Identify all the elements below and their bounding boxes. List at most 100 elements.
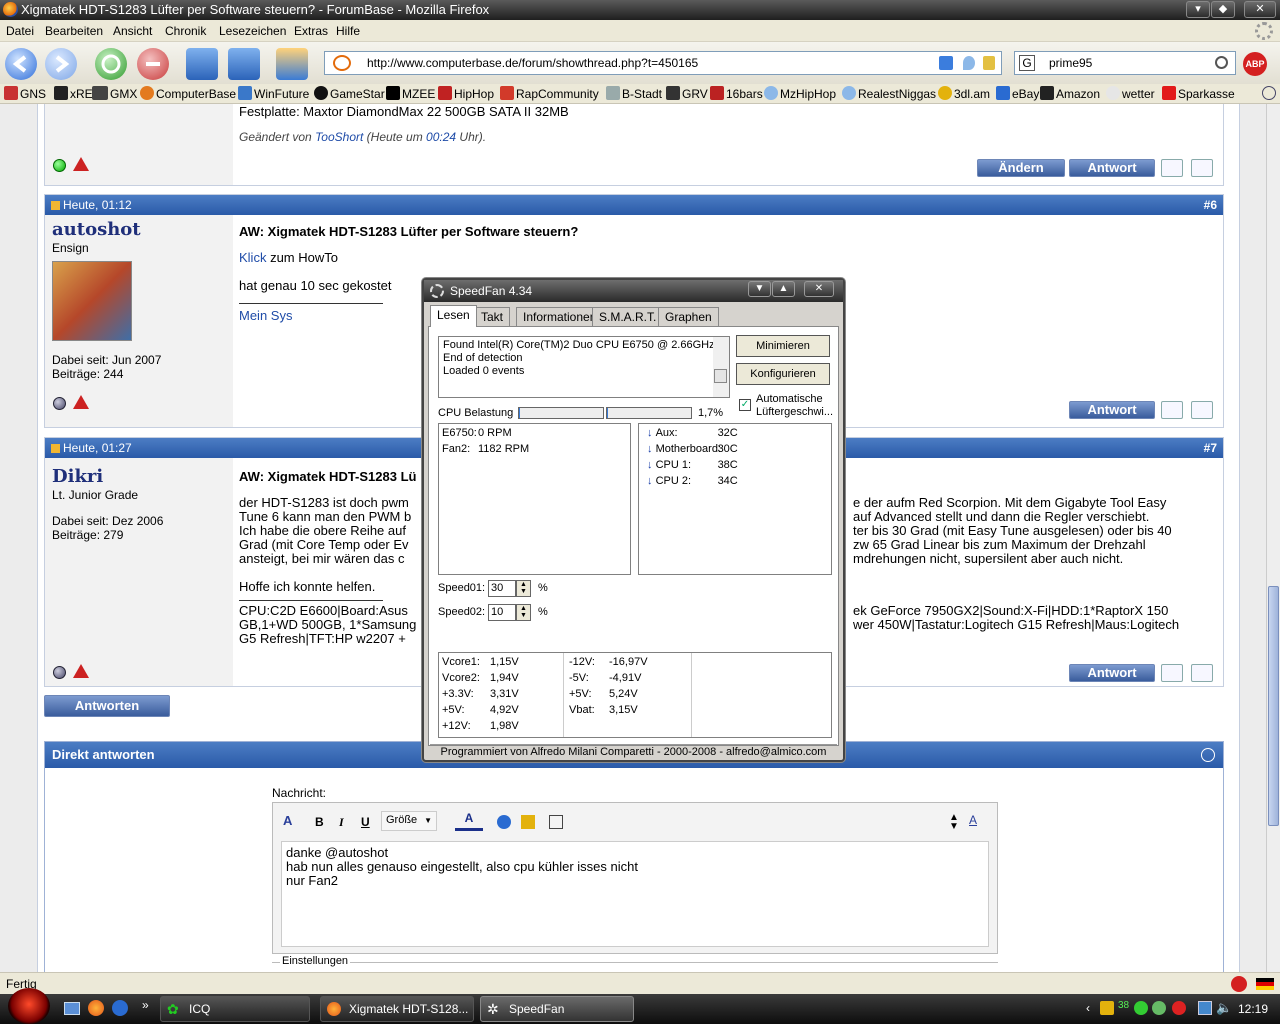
star-icon[interactable]: [983, 56, 995, 70]
bookmark-grv[interactable]: GRV: [666, 86, 708, 101]
speedfan-minimize-button[interactable]: ▼: [748, 281, 771, 297]
quote-icon[interactable]: [1161, 159, 1183, 177]
bookmark-3dl[interactable]: 3dl.am: [938, 86, 990, 101]
tab-takt[interactable]: Takt: [474, 307, 511, 327]
new-window-icon[interactable]: [228, 48, 260, 80]
bookmark-winfuture[interactable]: WinFuture: [238, 86, 309, 101]
network-icon[interactable]: [1198, 1001, 1212, 1015]
antworten-button[interactable]: Antworten: [44, 695, 170, 717]
bookmark-mzee[interactable]: MZEE: [386, 86, 435, 101]
configure-button[interactable]: Konfigurieren: [736, 363, 830, 385]
quote-tag-icon[interactable]: [549, 815, 563, 829]
task-firefox[interactable]: Xigmatek HDT-S128...: [320, 996, 474, 1022]
url-bar[interactable]: http://www.computerbase.de/forum/showthr…: [324, 51, 1002, 75]
log-box[interactable]: Found Intel(R) Core(TM)2 Duo CPU E6750 @…: [438, 336, 730, 398]
bookmark-gmx[interactable]: GMX: [92, 86, 137, 101]
howto-link[interactable]: Klick: [239, 250, 266, 265]
google-icon[interactable]: G: [1019, 55, 1035, 71]
reply-button[interactable]: Antwort: [1069, 159, 1155, 177]
tray-icq-icon[interactable]: [1134, 1001, 1148, 1015]
scrollbar-thumb[interactable]: [1268, 586, 1279, 826]
bookmarks-overflow-icon[interactable]: [1262, 86, 1276, 100]
speedfan-maximize-button[interactable]: ▲: [772, 281, 795, 297]
bookmark-rapcommunity[interactable]: RapCommunity: [500, 86, 599, 101]
report-icon[interactable]: [73, 664, 89, 678]
bookmark-gns[interactable]: GNS: [4, 86, 46, 101]
reply-button[interactable]: Antwort: [1069, 664, 1155, 682]
speed01-input[interactable]: 30: [488, 580, 516, 597]
quote-icon[interactable]: [1161, 401, 1183, 419]
post-7-username[interactable]: Dikri: [52, 466, 103, 487]
collapse-icon[interactable]: [1201, 748, 1215, 762]
firefox-quicklaunch-icon[interactable]: [88, 1000, 104, 1016]
bookmark-realestniggas[interactable]: RealestNiggas: [842, 86, 936, 101]
image-icon[interactable]: [521, 815, 535, 829]
page-scrollbar[interactable]: [1266, 104, 1280, 972]
bookmark-computerbase[interactable]: ComputerBase: [140, 86, 236, 101]
size-select[interactable]: Größe ▼: [381, 811, 437, 831]
bookmark-tool-icon[interactable]: [276, 48, 308, 80]
remove-format-icon[interactable]: A: [283, 813, 299, 829]
log-scrollbar[interactable]: [713, 337, 729, 397]
task-icq[interactable]: ✿ ICQ: [160, 996, 310, 1022]
speed02-stepper[interactable]: ▲ ▼: [516, 604, 531, 621]
bookmark-sparkasse[interactable]: Sparkasse: [1162, 86, 1235, 101]
menu-bearbeiten[interactable]: Bearbeiten: [45, 24, 103, 38]
tray-expand-icon[interactable]: ‹: [1086, 1001, 1090, 1015]
tray-temp-text[interactable]: 38: [1118, 1000, 1129, 1011]
edited-user-link[interactable]: TooShort: [315, 130, 363, 144]
menu-ansicht[interactable]: Ansicht: [113, 24, 152, 38]
back-button[interactable]: [5, 48, 37, 80]
log-scroll-thumb[interactable]: [714, 369, 727, 383]
rss-icon[interactable]: [939, 56, 953, 70]
resize-icon[interactable]: ▲ ▼: [949, 813, 959, 832]
switch-mode-icon[interactable]: A: [969, 813, 977, 827]
link-icon[interactable]: [497, 815, 511, 829]
forward-button[interactable]: [45, 48, 77, 80]
tab-graphen[interactable]: Graphen: [658, 307, 719, 327]
maximize-button[interactable]: ◆: [1211, 1, 1235, 18]
menu-datei[interactable]: Datei: [6, 24, 34, 38]
menu-lesezeichen[interactable]: Lesezeichen: [219, 24, 286, 38]
underline-icon[interactable]: U: [361, 815, 370, 829]
clock[interactable]: 12:19: [1238, 1002, 1268, 1016]
quicklaunch-overflow-icon[interactable]: »: [142, 998, 149, 1012]
tab-smart[interactable]: S.M.A.R.T.: [592, 307, 664, 327]
speed02-input[interactable]: 10: [488, 604, 516, 621]
tray-flash-icon[interactable]: [1100, 1001, 1114, 1015]
avatar[interactable]: [52, 261, 132, 341]
multiquote-icon[interactable]: [1191, 664, 1213, 682]
menu-hilfe[interactable]: Hilfe: [336, 24, 360, 38]
text-color-button[interactable]: A: [455, 811, 483, 831]
search-field[interactable]: G prime95: [1014, 51, 1236, 75]
volume-icon[interactable]: 🔈: [1216, 1000, 1232, 1016]
speed01-stepper[interactable]: ▲ ▼: [516, 580, 531, 597]
auto-fan-checkbox[interactable]: ✓: [739, 399, 751, 411]
location-icon[interactable]: [963, 56, 975, 70]
bookmark-16bars[interactable]: 16bars: [710, 86, 763, 101]
menu-chronik[interactable]: Chronik: [165, 24, 206, 38]
tray-antivirus-icon[interactable]: [1172, 1001, 1186, 1015]
new-tab-icon[interactable]: [186, 48, 218, 80]
show-desktop-icon[interactable]: [64, 1002, 80, 1015]
minimize-button[interactable]: ▾: [1186, 1, 1210, 18]
minimize-app-button[interactable]: Minimieren: [736, 335, 830, 357]
edit-button[interactable]: Ändern: [977, 159, 1065, 177]
reload-button[interactable]: [95, 48, 127, 80]
message-textarea[interactable]: danke @autoshot hab nun alles genauso ei…: [281, 841, 989, 947]
post-7-number[interactable]: #7: [1204, 438, 1217, 458]
bookmark-hiphop[interactable]: HipHop: [438, 86, 494, 101]
tray-icon[interactable]: [1152, 1001, 1166, 1015]
close-button[interactable]: ✕: [1244, 1, 1276, 18]
multiquote-icon[interactable]: [1191, 401, 1213, 419]
german-flag-icon[interactable]: [1256, 978, 1274, 990]
speedfan-close-button[interactable]: ✕: [804, 281, 834, 297]
adblock-status-icon[interactable]: [1231, 976, 1247, 992]
search-icon[interactable]: [1215, 56, 1228, 69]
italic-icon[interactable]: I: [339, 815, 344, 830]
bookmark-b-stadt[interactable]: B-Stadt: [606, 86, 662, 101]
post-6-number[interactable]: #6: [1204, 195, 1217, 215]
quote-icon[interactable]: [1161, 664, 1183, 682]
task-speedfan[interactable]: ✲ SpeedFan: [480, 996, 634, 1022]
post-6-username[interactable]: autoshot: [52, 219, 141, 240]
